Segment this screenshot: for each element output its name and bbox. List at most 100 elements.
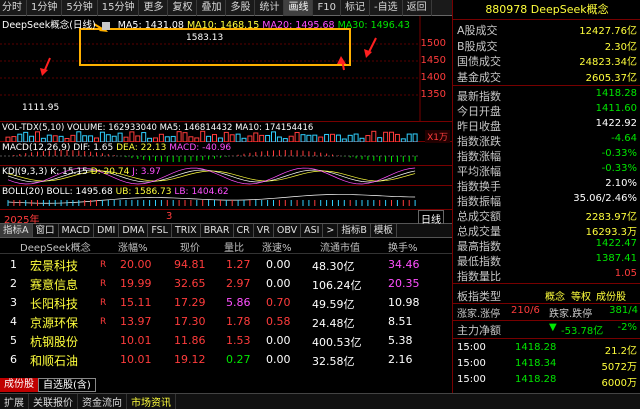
status-market-news[interactable]: 市场资讯 bbox=[127, 394, 176, 409]
volume-bar bbox=[312, 134, 318, 142]
price: 94.81 bbox=[174, 258, 206, 271]
col-volratio[interactable]: 量比 bbox=[224, 239, 244, 254]
toolbar-item-13[interactable]: 返回 bbox=[403, 0, 432, 16]
change-pct: 10.01 bbox=[120, 353, 152, 366]
volume-panel[interactable]: VOL-TDX(5,10) VOLUME: 162933040 MA5: 146… bbox=[0, 122, 452, 143]
turnover: 8.51 bbox=[388, 315, 413, 328]
float-cap: 106.24亿 bbox=[312, 279, 362, 292]
row-number: 5 bbox=[10, 334, 17, 347]
volume-bar bbox=[347, 134, 353, 142]
indicator-tab-2[interactable]: MACD bbox=[59, 224, 94, 237]
indicator-tab-1[interactable]: 窗口 bbox=[33, 224, 59, 237]
toolbar-item-0[interactable]: 分时 bbox=[0, 0, 27, 16]
change-pct: 20.00 bbox=[120, 258, 152, 271]
row-number: 3 bbox=[10, 296, 17, 309]
volume-bar bbox=[23, 131, 29, 142]
macd-panel[interactable]: MACD(12,26,9) DIF: 1.65 DEA: 22.13 MACD:… bbox=[0, 142, 452, 166]
down-arrow-icon: ▼ bbox=[549, 322, 557, 333]
board-type-constituents[interactable]: 成份股 bbox=[596, 288, 626, 303]
quote-label: 指数振幅 bbox=[457, 195, 501, 208]
toolbar-item-9[interactable]: 画线 bbox=[284, 0, 314, 16]
table-row[interactable]: 3 长阳科技 R 15.11 17.29 5.86 0.70 49.59亿 10.98 bbox=[0, 294, 452, 312]
turnover: 20.35 bbox=[388, 277, 420, 290]
volume-ratio: 0.27 bbox=[226, 353, 251, 366]
toolbar-item-5[interactable]: 复权 bbox=[168, 0, 198, 16]
volume-bar bbox=[99, 131, 105, 142]
toolbar-item-6[interactable]: 叠加 bbox=[197, 0, 227, 16]
low-annotation: 1111.95 bbox=[22, 103, 60, 113]
indicator-tab-0[interactable]: 指标A bbox=[0, 224, 33, 237]
board-type-concept[interactable]: 概念 bbox=[545, 288, 565, 303]
ma-legend: DeepSeek概念(日线) MA5: 1431.08 MA10: 1468.15… bbox=[2, 17, 410, 31]
indicator-tab-10[interactable]: OBV bbox=[274, 224, 302, 237]
col-turnover[interactable]: 换手% bbox=[388, 239, 418, 254]
volume-bar bbox=[117, 132, 123, 142]
chart-toolbar: 分时 1分钟 5分钟 15分钟 更多 复权 叠加 多股 统计 画线 F10 标记 -自选 返回 bbox=[0, 0, 452, 16]
volume-ratio: 1.53 bbox=[226, 334, 251, 347]
volume-bar bbox=[294, 131, 300, 142]
kdj-panel[interactable]: KDJ(9,3,3) K: 15.15 D: 20.74 J: 3.97 bbox=[0, 166, 452, 186]
indicator-tab-3[interactable]: DMI bbox=[94, 224, 120, 237]
volume-ratio: 1.78 bbox=[226, 315, 251, 328]
tick-price: 1418.28 bbox=[515, 342, 557, 353]
toolbar-item-7[interactable]: 多股 bbox=[226, 0, 256, 16]
indicator-tab-12[interactable]: > bbox=[323, 224, 339, 237]
quote-row: 今日开盘 1411.60 bbox=[453, 103, 640, 118]
table-row[interactable]: 1 宏景科技 R 20.00 94.81 1.27 0.00 48.30亿 34.46 bbox=[0, 256, 452, 274]
table-row[interactable]: 2 赛意信息 R 19.99 32.65 2.97 0.00 106.24亿 20.35 bbox=[0, 275, 452, 293]
indicator-tab-7[interactable]: BRAR bbox=[201, 224, 234, 237]
indicator-tab-4[interactable]: DMA bbox=[119, 224, 149, 237]
indicator-tab-8[interactable]: CR bbox=[234, 224, 254, 237]
main-kline-chart[interactable]: DeepSeek概念(日线) MA5: 1431.08 MA10: 1468.15… bbox=[0, 16, 452, 122]
indicator-tab-13[interactable]: 指标B bbox=[338, 224, 371, 237]
quote-value: 1387.41 bbox=[595, 253, 637, 264]
quote-label: 最新指数 bbox=[457, 90, 501, 103]
status-expand[interactable]: 扩展 bbox=[0, 394, 29, 409]
col-cap[interactable]: 流通市值 bbox=[320, 239, 360, 254]
tab-watchlist[interactable]: 自选股(含) bbox=[38, 378, 96, 392]
quote-value: 2.30亿 bbox=[604, 41, 637, 53]
volume-bar bbox=[353, 133, 359, 142]
quote-row: 昨日收盘 1422.92 bbox=[453, 118, 640, 133]
toolbar-item-11[interactable]: 标记 bbox=[341, 0, 370, 16]
main-flow-pct: -2% bbox=[617, 322, 637, 333]
board-type-equal[interactable]: 等权 bbox=[571, 288, 591, 303]
quote-row: 指数量比 1.05 bbox=[453, 268, 640, 283]
quote-label: 国债成交 bbox=[457, 55, 501, 68]
toolbar-item-10[interactable]: F10 bbox=[313, 0, 341, 16]
col-speed[interactable]: 涨速% bbox=[262, 239, 292, 254]
indicator-tab-6[interactable]: TRIX bbox=[172, 224, 201, 237]
boll-panel[interactable]: BOLL(20) BOLL: 1495.68 UB: 1586.73 LB: 1… bbox=[0, 186, 452, 210]
toolbar-item-8[interactable]: 统计 bbox=[255, 0, 285, 16]
col-change[interactable]: 涨幅% bbox=[118, 239, 148, 254]
volume-bar bbox=[383, 131, 389, 142]
col-price[interactable]: 现价 bbox=[180, 239, 200, 254]
indicator-tab-14[interactable]: 模板 bbox=[371, 224, 397, 237]
table-row[interactable]: 6 和顺石油 10.01 19.12 0.27 0.00 32.58亿 2.16 bbox=[0, 351, 452, 369]
y-tick-1500: 1500 bbox=[420, 38, 446, 49]
col-name[interactable]: DeepSeek概念 bbox=[20, 239, 91, 254]
tab-constituents[interactable]: 成份股 bbox=[0, 378, 38, 392]
indicator-tab-9[interactable]: VR bbox=[254, 224, 274, 237]
indicator-tab-5[interactable]: FSL bbox=[148, 224, 172, 237]
up-label: 涨家.涨停 bbox=[457, 309, 501, 320]
table-row[interactable]: 4 京源环保 R 13.97 17.30 1.78 0.58 24.48亿 8.51 bbox=[0, 313, 452, 331]
quote-value: 12427.76亿 bbox=[579, 26, 637, 37]
status-fund-flow[interactable]: 资金流向 bbox=[78, 394, 127, 409]
indicator-tab-11[interactable]: ASI bbox=[301, 224, 324, 237]
toolbar-item-2[interactable]: 5分钟 bbox=[62, 0, 98, 16]
quote-row: 总成交额 2283.97亿 bbox=[453, 208, 640, 223]
toolbar-item-12[interactable]: -自选 bbox=[370, 0, 403, 16]
down-label: 跌家.跌停 bbox=[549, 309, 593, 320]
change-pct: 13.97 bbox=[120, 315, 152, 328]
macd-name: MACD(12,26,9) bbox=[2, 143, 71, 153]
status-related-quotes[interactable]: 关联报价 bbox=[29, 394, 78, 409]
table-row[interactable]: 5 杭钢股份 10.01 11.86 1.53 0.00 400.53亿 5.38 bbox=[0, 332, 452, 350]
quote-value: -0.33% bbox=[601, 163, 637, 174]
tick-price: 1418.28 bbox=[515, 374, 557, 385]
toolbar-item-4[interactable]: 更多 bbox=[139, 0, 169, 16]
toolbar-item-1[interactable]: 1分钟 bbox=[27, 0, 63, 16]
toolbar-item-3[interactable]: 15分钟 bbox=[98, 0, 140, 16]
row-number: 1 bbox=[10, 258, 17, 271]
kline-svg[interactable] bbox=[0, 16, 452, 122]
